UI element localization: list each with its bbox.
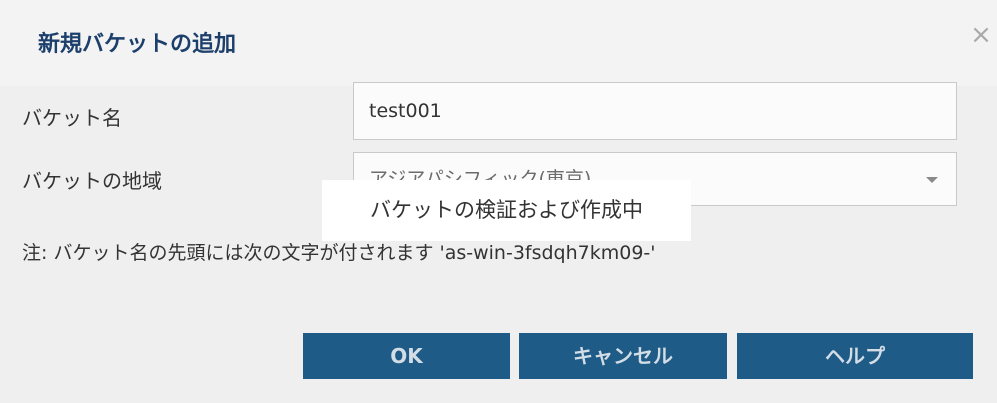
bucket-prefix-note: 注: バケット名の先頭には次の文字が付されます 'as-win-3fsdqh7k…	[22, 242, 656, 264]
dialog-title: 新規バケットの追加	[38, 32, 237, 57]
progress-toast: バケットの検証および作成中	[322, 180, 691, 241]
cancel-button[interactable]: キャンセル	[519, 333, 727, 379]
bucket-region-label: バケットの地域	[22, 169, 162, 193]
add-bucket-dialog: 新規バケットの追加 × バケット名 test001 バケットの地域 アジアパシフ…	[0, 0, 997, 403]
bucket-name-input-value: test001	[369, 100, 442, 122]
bucket-name-label: バケット名	[22, 106, 122, 130]
close-icon[interactable]: ×	[968, 22, 994, 48]
ok-button[interactable]: OK	[303, 333, 510, 379]
help-button[interactable]: ヘルプ	[737, 333, 973, 379]
chevron-down-icon	[926, 177, 938, 183]
bucket-name-input[interactable]: test001	[353, 82, 957, 140]
dialog-titlebar: 新規バケットの追加 ×	[0, 0, 997, 86]
